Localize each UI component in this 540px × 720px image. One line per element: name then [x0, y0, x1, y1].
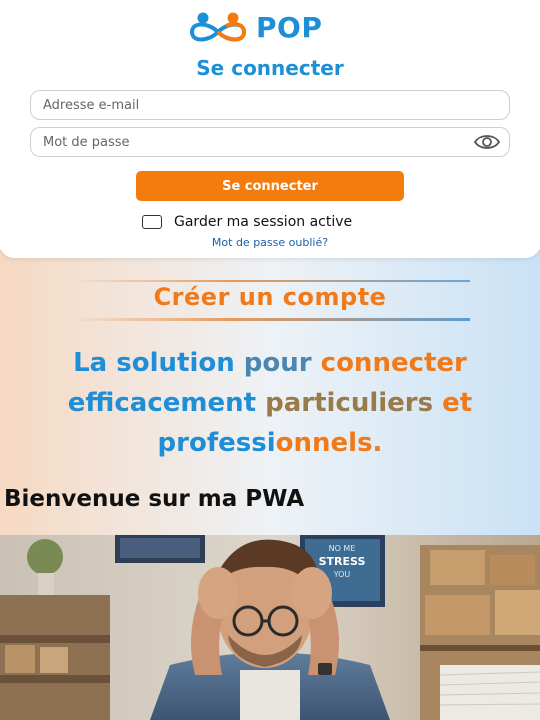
divider-top [70, 280, 470, 282]
stressed-man-photo: NO ME STRESS YOU [0, 535, 540, 720]
welcome-heading: Bienvenue sur ma PWA [4, 486, 305, 512]
login-card: POP Se connecter Se connecter Garder ma … [0, 0, 540, 258]
brand-logo[interactable]: POP [186, 8, 322, 46]
forgot-password-link[interactable]: Mot de passe oublié? [0, 236, 540, 249]
remember-session[interactable]: Garder ma session active [142, 214, 352, 230]
poster-line-3: YOU [333, 570, 351, 579]
poster-line-2: STRESS [319, 555, 366, 568]
tagline-line-1: La solution pour connecter [0, 343, 540, 383]
email-input[interactable] [31, 91, 509, 119]
remember-checkbox[interactable] [142, 215, 162, 229]
tagline-line-2: efficacement particuliers et [0, 383, 540, 423]
eye-icon[interactable] [471, 128, 503, 156]
email-field[interactable] [30, 90, 510, 120]
tagline: La solution pour connecter efficacement … [0, 343, 540, 463]
tagline-part: La solution [73, 348, 244, 378]
tagline-part: particuliers [265, 388, 443, 418]
login-button[interactable]: Se connecter [136, 171, 404, 201]
tagline-part: efficacement [67, 388, 266, 418]
tagline-part: et [442, 388, 473, 418]
tagline-part: connecter [320, 348, 467, 378]
create-account-link[interactable]: Créer un compte [0, 283, 540, 311]
poster-line-1: NO ME [329, 544, 356, 553]
tagline-part: onnels. [275, 428, 383, 458]
divider-bottom [70, 318, 470, 321]
password-field[interactable] [30, 127, 510, 157]
login-title: Se connecter [196, 56, 344, 80]
password-input[interactable] [31, 128, 471, 156]
remember-label[interactable]: Garder ma session active [174, 214, 352, 230]
tagline-line-3: professionnels. [0, 423, 540, 463]
two-people-infinity-icon [186, 10, 250, 44]
brand-name: POP [256, 10, 323, 44]
tagline-part: pour [243, 348, 321, 378]
tagline-part: professi [157, 428, 276, 458]
